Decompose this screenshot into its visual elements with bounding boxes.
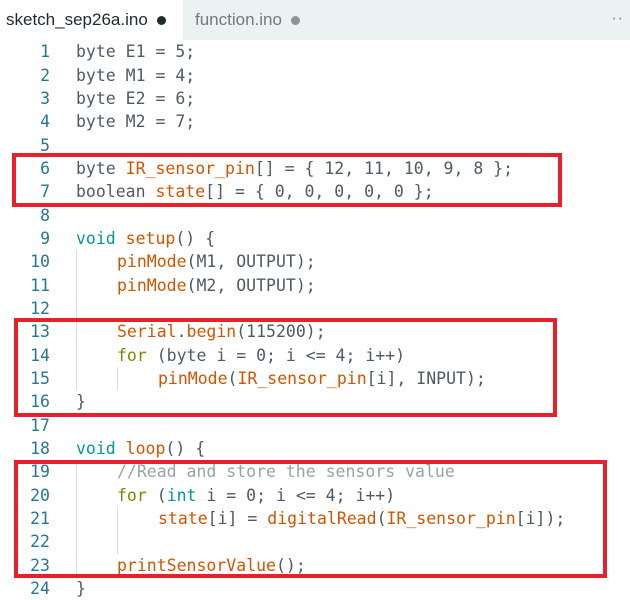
tab-label: sketch_sep26a.ino — [6, 10, 148, 29]
code-text: byte E1 = 5; — [58, 40, 195, 63]
line-number: 9 — [40, 228, 50, 248]
code-line[interactable]: 9 void setup() { — [0, 227, 630, 250]
tab-bar: sketch_sep26a.ino function.ino ·· — [0, 0, 630, 40]
code-token: byte E1 = 5; — [76, 42, 196, 62]
code-line[interactable]: 12 — [0, 296, 630, 321]
code-line[interactable]: 4 byte M2 = 7; — [0, 110, 630, 133]
code-text: byte M2 = 7; — [58, 110, 195, 133]
code-line[interactable]: 1 byte E1 = 5; — [0, 40, 630, 63]
line-number: 12 — [30, 298, 50, 318]
indent-guide — [76, 296, 117, 321]
code-token: loop — [125, 439, 166, 459]
code-token: (M1, OUTPUT); — [186, 252, 316, 272]
line-number: 5 — [40, 135, 50, 155]
code-text: byte E2 = 6; — [58, 87, 195, 110]
tab-sketch[interactable]: sketch_sep26a.ino — [0, 0, 183, 40]
code-text: void loop() { — [58, 437, 205, 460]
indent-guide — [76, 250, 117, 274]
line-number: 24 — [30, 579, 50, 599]
code-token: () { — [175, 228, 216, 248]
code-line[interactable]: 17 — [0, 414, 630, 437]
code-token: pinMode — [117, 275, 187, 295]
unsaved-dot-icon — [156, 15, 166, 25]
line-number: 11 — [30, 275, 50, 295]
code-text: void setup() { — [58, 227, 215, 250]
line-number: 10 — [30, 252, 50, 272]
code-token: void — [76, 228, 126, 248]
code-line[interactable]: 10 pinMode(M1, OUTPUT); — [0, 250, 630, 274]
line-number: 4 — [40, 112, 50, 132]
highlight-box-loop — [14, 460, 607, 578]
indent-guide — [76, 273, 117, 297]
code-text: byte M1 = 4; — [58, 63, 195, 86]
code-line[interactable]: 11 pinMode(M2, OUTPUT); — [0, 273, 630, 297]
tab-label: function.ino — [195, 10, 282, 29]
code-text — [58, 296, 117, 321]
highlight-box-arrays — [12, 153, 562, 207]
line-number: 3 — [40, 88, 50, 108]
code-text: pinMode(M1, OUTPUT); — [58, 250, 316, 274]
highlight-box-setup — [14, 318, 557, 417]
code-token: byte E2 = 6; — [76, 88, 196, 108]
code-token: void — [76, 439, 126, 459]
code-text: } — [58, 577, 86, 600]
code-text: pinMode(M2, OUTPUT); — [58, 273, 316, 297]
line-number: 17 — [30, 415, 50, 435]
code-token: (M2, OUTPUT); — [186, 275, 316, 295]
code-token: setup — [125, 228, 176, 248]
code-token: } — [76, 579, 86, 599]
code-line[interactable]: 2 byte M1 = 4; — [0, 63, 630, 86]
code-token: byte M1 = 4; — [76, 65, 196, 85]
line-number: 1 — [40, 42, 50, 62]
tab-function[interactable]: function.ino — [183, 0, 308, 40]
code-line[interactable]: 3 byte E2 = 6; — [0, 87, 630, 110]
line-number: 18 — [30, 439, 50, 459]
line-number: 8 — [40, 205, 50, 225]
code-line[interactable]: 24} — [0, 577, 630, 600]
more-tabs-icon[interactable]: ·· — [611, 10, 624, 28]
unsaved-dot-icon — [290, 15, 300, 25]
code-token: () { — [165, 439, 206, 459]
code-token: pinMode — [117, 252, 187, 272]
code-line[interactable]: 18 void loop() { — [0, 437, 630, 460]
line-number: 2 — [40, 65, 50, 85]
code-token: byte M2 = 7; — [76, 112, 196, 132]
